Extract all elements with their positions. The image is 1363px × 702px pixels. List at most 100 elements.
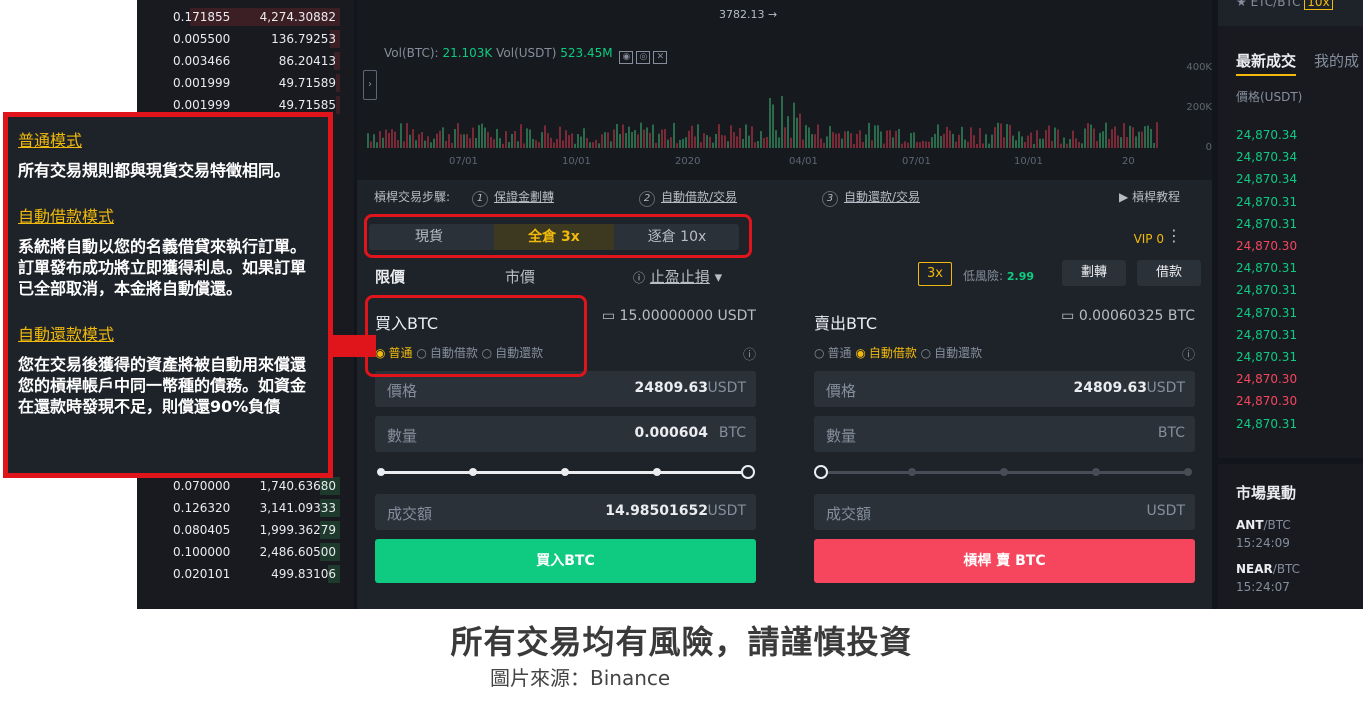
volume-bar bbox=[907, 142, 909, 148]
eye-icon[interactable]: ◉ bbox=[619, 51, 634, 64]
volume-bar bbox=[463, 134, 465, 148]
radio-normal[interactable]: ○ 普通 bbox=[814, 346, 852, 360]
more-icon[interactable]: ⋮ bbox=[1166, 226, 1182, 245]
x-tick: 04/01 bbox=[789, 156, 818, 167]
pair-header[interactable]: ★ ETC/BTC 10x bbox=[1218, 0, 1363, 26]
borrow-button[interactable]: 借款 bbox=[1137, 260, 1201, 286]
volume-bar bbox=[616, 124, 618, 148]
volume-bar bbox=[592, 142, 594, 148]
volume-bar bbox=[1063, 137, 1065, 148]
volume-bars bbox=[367, 95, 1158, 148]
volume-bar bbox=[826, 136, 828, 148]
tab-stop-limit[interactable]: ⓘ 止盈止損 ▾ bbox=[633, 266, 722, 287]
volume-bar bbox=[817, 124, 819, 148]
volume-bar bbox=[910, 133, 912, 148]
trade-price: 24,870.34 bbox=[1236, 128, 1298, 142]
order-book-row[interactable]: 0.070000 1,740.63680 bbox=[137, 475, 354, 497]
volume-bar bbox=[823, 142, 825, 148]
buy-total-field[interactable]: 成交額 14.98501652 USDT bbox=[375, 494, 756, 530]
order-book-row[interactable]: 0.080405 1,999.36279 bbox=[137, 519, 354, 541]
volume-bar bbox=[1018, 131, 1020, 148]
tutorial-link[interactable]: ▶ 槓桿教程 bbox=[1119, 188, 1180, 205]
buy-btc-button[interactable]: 買入BTC bbox=[375, 539, 756, 583]
order-qty: 49.71589 bbox=[278, 76, 336, 90]
volume-bar bbox=[847, 131, 849, 148]
buy-amount-slider[interactable] bbox=[375, 464, 756, 480]
volume-bar bbox=[418, 134, 420, 148]
slider-handle[interactable] bbox=[814, 465, 828, 479]
settings-icon[interactable]: ◎ bbox=[636, 51, 651, 64]
volume-bar bbox=[1147, 125, 1149, 148]
volume-bar bbox=[1024, 141, 1026, 148]
x-tick: 07/01 bbox=[449, 156, 478, 167]
tab-latest-trades[interactable]: 最新成交 bbox=[1236, 52, 1297, 76]
slider-handle[interactable] bbox=[741, 465, 755, 479]
note-text-normal: 所有交易規則都與現貨交易特徵相同。 bbox=[18, 161, 291, 180]
price-chart: 3782.13 → Vol(BTC): 21.103K Vol(USDT) 52… bbox=[357, 0, 1212, 180]
sell-price-field[interactable]: 價格 24809.63 USDT bbox=[814, 371, 1195, 407]
volume-bar bbox=[991, 134, 993, 148]
step-3[interactable]: 3 自動還款/交易 bbox=[822, 188, 920, 207]
volume-bar bbox=[499, 138, 501, 148]
volume-bar bbox=[1042, 138, 1044, 148]
order-book-row[interactable]: 0.003466 86.20413 bbox=[137, 50, 354, 72]
volume-bar bbox=[727, 141, 729, 148]
order-qty: 2,486.60500 bbox=[259, 545, 336, 559]
order-book-row[interactable]: 0.001999 49.71589 bbox=[137, 72, 354, 94]
volume-bar bbox=[634, 130, 636, 148]
steps-label: 槓桿交易步驟: bbox=[374, 190, 451, 204]
buy-amount-field[interactable]: 數量 0.000604 BTC bbox=[375, 416, 756, 452]
tab-my-trades[interactable]: 我的成 bbox=[1314, 52, 1359, 70]
info-icon[interactable]: ⓘ bbox=[1182, 344, 1195, 363]
volume-bar bbox=[376, 142, 378, 148]
volume-bar bbox=[1054, 127, 1056, 148]
order-book-row[interactable]: 0.126320 3,141.09333 bbox=[137, 497, 354, 519]
volume-bar bbox=[1057, 129, 1059, 148]
close-icon[interactable]: ✕ bbox=[653, 51, 668, 64]
volume-bar bbox=[895, 130, 897, 148]
note-heading-auto-borrow: 自動借款模式 bbox=[18, 207, 115, 226]
sell-amount-slider[interactable] bbox=[814, 464, 1195, 480]
order-book-row[interactable]: 0.005500 136.79253 bbox=[137, 28, 354, 50]
volume-bar bbox=[433, 138, 435, 148]
transfer-button[interactable]: 劃轉 bbox=[1062, 260, 1126, 286]
order-book-row[interactable]: 0.020101 499.83106 bbox=[137, 563, 354, 585]
volume-bar bbox=[628, 126, 630, 148]
volume-bar bbox=[862, 142, 864, 148]
wallet-icon: ▭ bbox=[1061, 308, 1075, 324]
radio-auto-repay[interactable]: ○ 自動還款 bbox=[921, 346, 983, 360]
volume-bar bbox=[940, 136, 942, 148]
info-icon[interactable]: ⓘ bbox=[743, 344, 756, 363]
order-book-row[interactable]: 0.100000 2,486.60500 bbox=[137, 541, 354, 563]
volume-bar bbox=[661, 129, 663, 148]
volume-bar bbox=[1078, 141, 1080, 148]
volume-bar bbox=[967, 141, 969, 148]
radio-auto-borrow[interactable]: ◉ 自動借款 bbox=[855, 346, 917, 360]
volume-bar bbox=[811, 134, 813, 148]
volume-bar bbox=[640, 122, 642, 148]
volume-bar bbox=[1015, 140, 1017, 148]
volume-bar bbox=[649, 132, 651, 148]
sell-amount-field[interactable]: 數量 BTC bbox=[814, 416, 1195, 452]
volume-bar bbox=[700, 142, 702, 148]
margin-sell-btc-button[interactable]: 槓桿 賣 BTC bbox=[814, 539, 1195, 583]
volume-bar bbox=[490, 136, 492, 148]
order-book-row[interactable]: 0.171855 4,274.30882 bbox=[137, 6, 354, 28]
volume-bar bbox=[1027, 135, 1029, 148]
volume-bar bbox=[658, 133, 660, 148]
sell-total-field[interactable]: 成交額 USDT bbox=[814, 494, 1195, 530]
tab-market[interactable]: 市價 bbox=[505, 266, 535, 287]
step-2[interactable]: 2 自動借款/交易 bbox=[639, 188, 737, 207]
note-heading-normal: 普通模式 bbox=[18, 131, 83, 150]
leverage-badge[interactable]: 3x bbox=[918, 262, 952, 286]
volume-bar bbox=[736, 136, 738, 148]
tab-limit[interactable]: 限價 bbox=[375, 266, 405, 287]
market-item[interactable]: NEAR/BTC 15:24:07 bbox=[1236, 560, 1300, 596]
volume-bar bbox=[799, 113, 801, 148]
volume-bar bbox=[784, 127, 786, 148]
volume-bar bbox=[925, 141, 927, 148]
volume-bar bbox=[460, 134, 462, 148]
market-item[interactable]: ANT/BTC 15:24:09 bbox=[1236, 516, 1291, 552]
step-1[interactable]: 1 保證金劃轉 bbox=[472, 188, 554, 207]
volume-bar bbox=[988, 143, 990, 148]
